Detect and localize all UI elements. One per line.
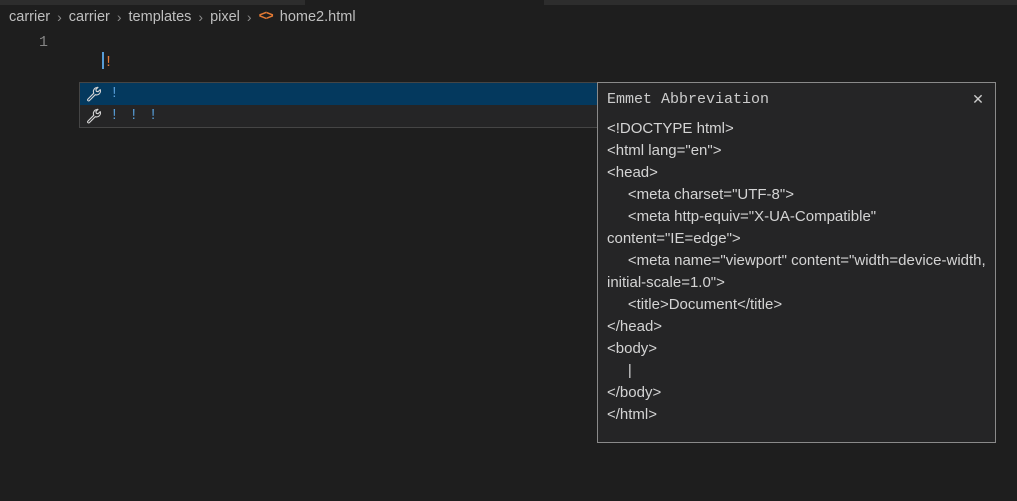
code-editor[interactable]: 1 ! ! ! ! ! Emmet Abbreviation ✕ <!DOCTY…: [0, 29, 1017, 501]
chevron-right-icon: ›: [198, 9, 204, 25]
breadcrumb-item-2[interactable]: carrier: [69, 9, 110, 25]
emmet-documentation-panel: Emmet Abbreviation ✕ <!DOCTYPE html> <ht…: [597, 82, 996, 443]
html-file-icon: <>: [258, 9, 274, 25]
breadcrumb-item-1[interactable]: carrier: [9, 9, 50, 25]
breadcrumb-item-4[interactable]: pixel: [210, 9, 240, 25]
close-icon[interactable]: ✕: [969, 90, 987, 108]
suggestion-list[interactable]: ! ! ! !: [79, 82, 598, 128]
chevron-right-icon: ›: [246, 9, 252, 25]
breadcrumb-item-file[interactable]: home2.html: [280, 9, 356, 25]
suggestion-item-0[interactable]: !: [80, 83, 597, 105]
wrench-icon: [85, 107, 103, 125]
line-number-gutter: 1: [38, 34, 48, 51]
suggestion-item-0-label: !: [110, 86, 120, 102]
breadcrumb-item-3[interactable]: templates: [129, 9, 192, 25]
code-line-1-text: !: [104, 54, 114, 71]
chevron-right-icon: ›: [57, 9, 62, 25]
documentation-panel-title: Emmet Abbreviation: [607, 90, 770, 108]
suggestion-item-1[interactable]: ! ! !: [80, 105, 597, 127]
wrench-icon: [85, 85, 103, 103]
chevron-right-icon: ›: [116, 9, 122, 25]
suggestion-item-1-label: ! ! !: [110, 108, 159, 124]
documentation-panel-header: Emmet Abbreviation ✕: [598, 83, 995, 115]
breadcrumb: carrier › carrier › templates › pixel › …: [0, 5, 1017, 29]
emmet-preview-code: <!DOCTYPE html> <html lang="en"> <head> …: [607, 120, 986, 423]
